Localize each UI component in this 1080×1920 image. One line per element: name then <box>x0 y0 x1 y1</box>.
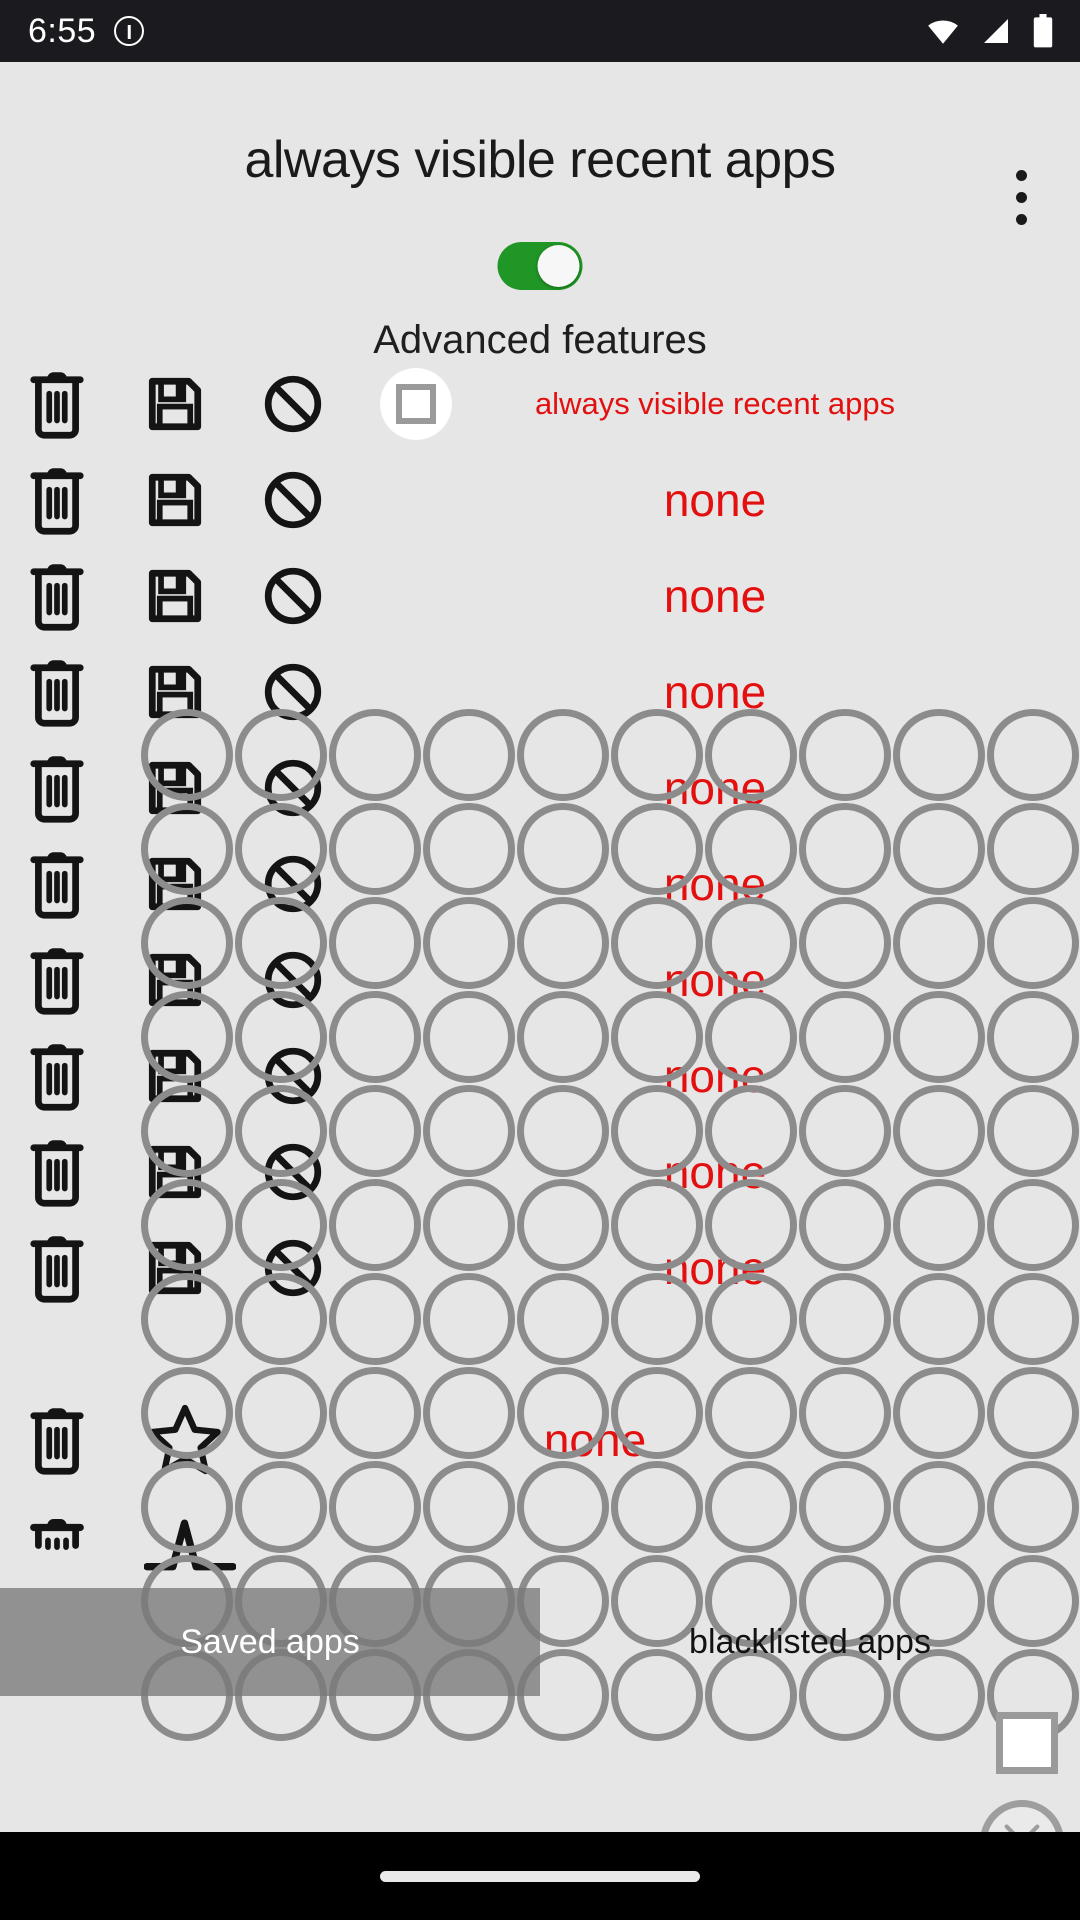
block-icon[interactable] <box>262 853 324 915</box>
delete-icon[interactable] <box>26 751 88 825</box>
feature-row-label: none <box>663 1242 767 1294</box>
delete-icon[interactable] <box>26 847 88 921</box>
save-icon[interactable] <box>144 565 206 627</box>
peak-wave-icon[interactable] <box>144 1513 236 1575</box>
status-bar-icons <box>926 14 1054 48</box>
saved-apps-header[interactable]: Saved apps <box>0 1588 540 1696</box>
block-icon[interactable] <box>262 469 324 531</box>
checkbox-unchecked-icon[interactable] <box>380 368 452 440</box>
block-icon[interactable] <box>262 1141 324 1203</box>
delete-icon[interactable] <box>26 1403 88 1477</box>
block-icon[interactable] <box>262 565 324 627</box>
block-icon[interactable] <box>262 757 324 819</box>
square-toggle-icon[interactable] <box>996 1712 1058 1774</box>
delete-icon[interactable] <box>26 559 88 633</box>
delete-icon[interactable] <box>26 463 88 537</box>
blacklisted-apps-header[interactable]: blacklisted apps <box>540 1588 1080 1696</box>
wifi-icon <box>926 14 960 48</box>
feature-row-label: none <box>663 858 767 910</box>
feature-row-label: none <box>663 570 767 622</box>
save-icon[interactable] <box>144 949 206 1011</box>
block-icon[interactable] <box>262 949 324 1011</box>
home-indicator[interactable] <box>380 1870 700 1882</box>
delete-icon[interactable] <box>26 655 88 729</box>
save-icon[interactable] <box>144 469 206 531</box>
feature-row: none <box>0 1382 1080 1498</box>
block-icon[interactable] <box>262 1237 324 1299</box>
save-icon[interactable] <box>144 757 206 819</box>
save-icon[interactable] <box>144 1045 206 1107</box>
cell-signal-icon <box>980 15 1012 47</box>
feature-row-label: none <box>663 666 767 718</box>
block-icon[interactable] <box>262 661 324 723</box>
feature-row-label: always visible recent apps <box>534 386 896 421</box>
save-icon[interactable] <box>144 373 206 435</box>
feature-row: none <box>0 1210 1080 1326</box>
feature-row-label: none <box>663 762 767 814</box>
block-icon[interactable] <box>262 1045 324 1107</box>
feature-row-label: none <box>663 1050 767 1102</box>
feature-row-label: none <box>663 954 767 1006</box>
feature-row <box>0 1486 1080 1602</box>
battery-icon <box>1032 14 1054 48</box>
delete-icon[interactable] <box>26 1135 88 1209</box>
info-circle-icon <box>114 16 145 46</box>
delete-icon[interactable] <box>26 1231 88 1305</box>
save-icon[interactable] <box>144 1141 206 1203</box>
delete-icon[interactable] <box>26 367 88 441</box>
system-navigation-bar <box>0 1832 1080 1920</box>
delete-dotted-icon[interactable] <box>26 1507 88 1581</box>
block-icon[interactable] <box>262 373 324 435</box>
status-bar-clock: 6:55 <box>28 11 97 50</box>
save-icon[interactable] <box>144 853 206 915</box>
feature-row-label: none <box>543 1414 647 1466</box>
save-icon[interactable] <box>144 661 206 723</box>
save-icon[interactable] <box>144 1237 206 1299</box>
feature-row-label: none <box>663 1146 767 1198</box>
feature-row-label: none <box>663 474 767 526</box>
app-screen: 6:55 always visible recent apps Advanced… <box>0 0 1080 1920</box>
delete-icon[interactable] <box>26 1039 88 1113</box>
star-icon[interactable] <box>144 1400 221 1480</box>
status-bar: 6:55 <box>0 0 1080 62</box>
delete-icon[interactable] <box>26 943 88 1017</box>
